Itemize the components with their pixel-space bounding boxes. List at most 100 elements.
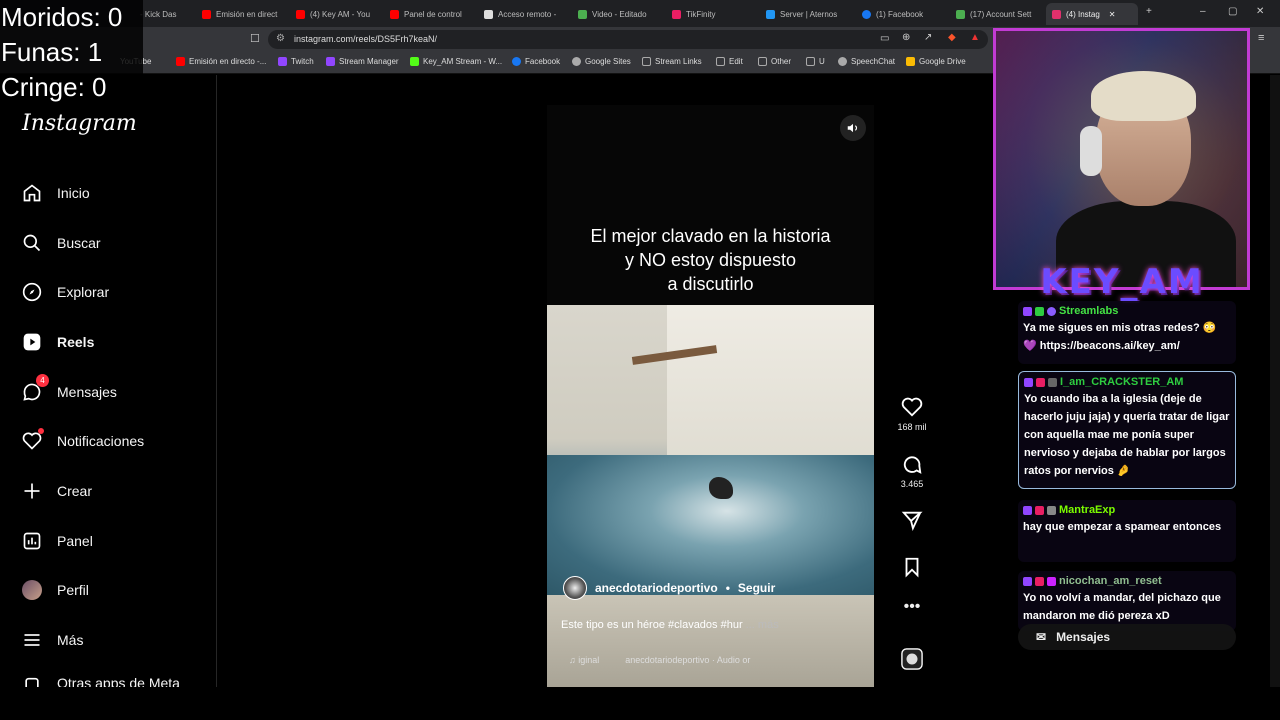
reel-audio[interactable]: ♫ iginal anecdotariodeportivo · Audio or <box>569 655 750 665</box>
sidebar-item-mas[interactable]: Más <box>20 628 83 651</box>
author-avatar[interactable] <box>563 576 587 600</box>
close-window-icon[interactable]: ✕ <box>1256 6 1264 17</box>
bookmark-speechchat[interactable]: SpeechChat <box>838 57 895 66</box>
brave-shield-icon[interactable]: ◆ <box>948 32 956 43</box>
tab-aternos[interactable]: Server | Aternos <box>766 3 854 25</box>
sidebar-item-inicio[interactable]: Inicio <box>20 181 90 204</box>
twitch-icon <box>326 57 335 66</box>
share-icon[interactable]: ↗ <box>924 32 932 43</box>
close-icon[interactable]: ✕ <box>1109 10 1116 19</box>
sidebar-item-perfil[interactable]: Perfil <box>20 578 89 601</box>
tab-remote[interactable]: Acceso remoto - <box>484 3 566 25</box>
tab-instagram-active[interactable]: (4) Instag ✕ <box>1046 3 1138 25</box>
menu-icon[interactable]: ≡ <box>1258 32 1264 44</box>
send-icon <box>901 511 923 531</box>
bookmark-emision[interactable]: Emisión en directo -... <box>176 57 266 66</box>
music-note-icon: ♫ <box>569 655 579 665</box>
zoom-icon[interactable]: ⊕ <box>902 32 910 43</box>
bookmark-twitch[interactable]: Twitch <box>278 57 314 66</box>
tab-label: Server | Aternos <box>780 9 838 19</box>
tab-panel[interactable]: Panel de control <box>390 3 472 25</box>
sidebar-item-notificaciones[interactable]: Notificaciones <box>20 428 145 452</box>
chat-username: Streamlabs <box>1059 305 1119 317</box>
description-text: Este tipo es un héroe #clavados #hur <box>561 619 743 631</box>
sidebar-item-explorar[interactable]: Explorar <box>20 280 109 303</box>
maximize-icon[interactable]: ▢ <box>1228 6 1237 17</box>
tab-account[interactable]: (17) Account Sett <box>956 3 1042 25</box>
avatar <box>21 579 42 600</box>
menu-icon <box>20 628 43 651</box>
sub-badge-icon <box>1036 377 1045 387</box>
author-name[interactable]: anecdotariodeportivo <box>595 581 718 595</box>
tab-label: (4) Instag <box>1066 9 1100 19</box>
bookmark-facebook[interactable]: Facebook <box>512 57 560 66</box>
bookmark-stream-manager[interactable]: Stream Manager <box>326 57 399 66</box>
sidebar-item-crear[interactable]: Crear <box>20 479 92 502</box>
sidebar-item-label: Explorar <box>57 283 110 300</box>
site-info-icon[interactable]: ⚙ <box>276 33 285 44</box>
chat-text: Ya me sigues en mis otras redes? 😳 💜 htt… <box>1023 322 1217 352</box>
chat-text: Yo no volví a mandar, del pichazo que ma… <box>1023 592 1221 622</box>
chat-header: I_am_CRACKSTER_AM <box>1024 376 1230 388</box>
sidebar-item-buscar[interactable]: Buscar <box>20 231 101 254</box>
tab-kick[interactable]: - Kick Das <box>140 3 190 25</box>
sidebar-item-label: Notificaciones <box>57 432 145 449</box>
dashboard-icon <box>20 529 43 552</box>
sidebar-item-panel[interactable]: Panel <box>20 529 93 552</box>
rewards-icon[interactable]: ▲ <box>970 32 980 43</box>
tab-video[interactable]: Video - Editado <box>578 3 660 25</box>
heart-icon <box>901 397 923 417</box>
bookmark-kick[interactable]: Key_AM Stream - W... <box>410 57 502 66</box>
sidebar-item-label: Panel <box>57 532 93 549</box>
messages-floating-bar[interactable]: ✉ Mensajes <box>1018 624 1236 650</box>
tab-tikfinity[interactable]: TikFinity <box>672 3 754 25</box>
more-link[interactable]: ... más <box>746 619 779 631</box>
tab-youtube-channel[interactable]: (4) Key AM - You <box>296 3 378 25</box>
facebook-icon <box>512 57 521 66</box>
tab-label: Video - Editado <box>592 9 647 19</box>
more-options-icon[interactable]: ••• <box>893 598 931 616</box>
save-button[interactable] <box>893 556 931 582</box>
sidebar-item-meta-apps[interactable]: Otras apps de Meta <box>20 675 180 687</box>
bookmark-folder-edit[interactable]: Edit <box>716 57 743 66</box>
instagram-logo[interactable]: Instagram <box>22 111 137 136</box>
cast-icon[interactable]: ▭ <box>880 33 889 44</box>
page-scrollbar[interactable] <box>1270 75 1280 687</box>
tab-label: Acceso remoto - <box>498 9 557 19</box>
bookmark-folder-u[interactable]: U <box>806 57 825 66</box>
bookmark-google-sites[interactable]: Google Sites <box>572 57 631 66</box>
tab-label: (17) Account Sett <box>970 9 1032 19</box>
kick-icon <box>410 57 419 66</box>
reel-player[interactable]: El mejor clavado en la historia y NO est… <box>547 105 874 687</box>
bits-badge-icon <box>1048 377 1057 387</box>
volume-icon[interactable] <box>840 115 866 141</box>
follow-button[interactable]: Seguir <box>738 581 775 595</box>
audio-thumbnail[interactable] <box>893 648 931 674</box>
video-pool-edge <box>547 595 874 687</box>
tab-youtube-live[interactable]: Emisión en direct <box>202 3 284 25</box>
chat-message: MantraExp hay que empezar a spamear ento… <box>1018 500 1236 562</box>
sidebar-item-mensajes[interactable]: 4 Mensajes <box>20 374 117 403</box>
sidebar-item-reels[interactable]: Reels <box>20 330 94 353</box>
chat-text: Yo cuando iba a la iglesia (deje de hace… <box>1024 393 1230 477</box>
audio-source: anecdotariodeportivo · Audio or <box>625 655 751 665</box>
like-button[interactable]: 168 mil <box>893 396 931 432</box>
twitch-badge-icon <box>1023 306 1032 316</box>
minimize-icon[interactable]: – <box>1200 6 1206 17</box>
bookmark-label: SpeechChat <box>851 57 896 66</box>
bookmark-google-drive[interactable]: Google Drive <box>906 57 966 66</box>
address-field[interactable]: ⚙ instagram.com/reels/DS5Frh7keaN/ ▭ ⊕ ↗… <box>268 30 988 49</box>
folder-icon <box>716 57 725 66</box>
messages-bar-label: Mensajes <box>1056 630 1111 644</box>
bookmark-star-icon[interactable]: ☐ <box>250 32 260 45</box>
bookmark-folder-stream-links[interactable]: Stream Links <box>642 57 702 66</box>
comment-button[interactable]: 3.465 <box>893 453 931 489</box>
instagram-icon <box>1052 9 1061 19</box>
new-tab-icon[interactable]: + <box>1146 6 1152 17</box>
bookmark-folder-other[interactable]: Other <box>758 57 791 66</box>
tab-label: Panel de control <box>404 9 462 19</box>
tab-label: TikFinity <box>686 9 716 19</box>
tab-facebook[interactable]: (1) Facebook <box>862 3 950 25</box>
bookmark-label: Twitch <box>291 57 314 66</box>
share-button[interactable] <box>893 509 931 535</box>
